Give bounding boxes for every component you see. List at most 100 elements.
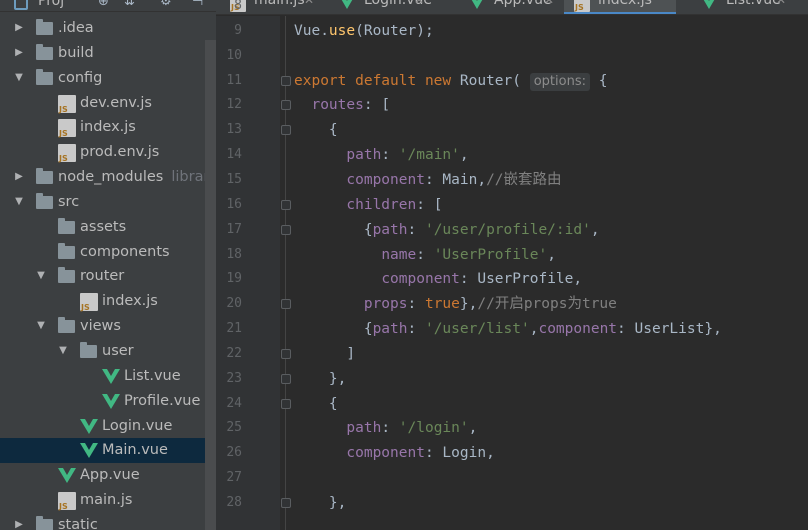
tab-list-vue[interactable]: List.vue ✕ [692,0,792,14]
tree-item-label: Login.vue [102,417,173,434]
code-line: component: Main,//嵌套路由 [346,171,562,188]
tree-item-dev-env-js[interactable]: dev.env.js [0,91,205,116]
line-number: 24 [226,395,242,411]
collapse-icon[interactable]: ⇊ [124,0,135,9]
js-file-icon [58,119,76,139]
fold-marker-icon[interactable] [281,498,291,508]
code-line: props: true},//开启props为true [363,296,617,313]
fold-marker-icon[interactable] [281,125,291,136]
chevron-right-icon[interactable]: ▶ [12,513,26,530]
chevron-down-icon[interactable]: ▼ [12,190,26,215]
line-number: 27 [226,470,242,486]
close-icon[interactable]: ✕ [776,0,786,7]
tab-label: List.vue [726,0,781,8]
vue-file-icon [470,0,484,9]
chevron-right-icon[interactable]: ▶ [12,41,26,66]
code-line: {path: '/user/profile/:id', [294,221,600,238]
tree-item-profile-vue[interactable]: Profile.vue [0,389,205,414]
tree-item-assets[interactable]: assets [0,215,205,240]
fold-marker-icon[interactable] [281,299,291,310]
line-number: 17 [226,221,242,237]
code-line: { [294,395,338,412]
editor-tabs: main.js✕Login.vue✕App.vue✕index.jsList.v… [216,0,808,15]
tree-item--idea[interactable]: ▶ .idea [0,16,205,41]
vue-file-icon [340,0,354,9]
line-number: 15 [226,171,242,187]
fold-marker-icon[interactable] [281,224,291,235]
tree-item-build[interactable]: ▶ build [0,41,205,66]
vue-file-icon [80,443,98,459]
vue-file-icon [80,418,98,434]
tree-item-label: config [58,69,103,86]
line-number: 28 [226,495,242,510]
code-line: path: '/login', [346,420,478,437]
line-number: 14 [226,147,242,163]
tree-item-label: Main.vue [102,442,168,459]
tree-item-src[interactable]: ▼ src [0,190,205,215]
tree-item-prod-env-js[interactable]: prod.env.js [0,140,205,165]
tree-item-user[interactable]: ▼ user [0,339,205,364]
folder-icon [36,68,53,85]
tree-item-label: components [80,243,170,260]
vue-file-icon [58,468,76,484]
hide-icon[interactable]: ⊣ [192,0,203,9]
sidebar-scrollbar[interactable] [205,40,216,530]
tree-item-components[interactable]: components [0,240,205,265]
close-icon[interactable]: ✕ [544,0,554,7]
close-icon[interactable]: ✕ [304,0,314,7]
tree-item-index-js[interactable]: index.js [0,115,205,140]
tree-item-config[interactable]: ▼ config [0,66,205,91]
fold-marker-icon[interactable] [281,348,291,359]
chevron-down-icon[interactable]: ▼ [34,314,48,339]
close-icon[interactable]: ✕ [414,0,424,7]
tree-item-index-js[interactable]: index.js [0,289,205,314]
code-line: }, [294,370,347,387]
tree-item-node-modules[interactable]: ▶ node_moduleslibrary r [0,165,216,190]
gear-icon[interactable]: ⚙ [160,0,172,9]
tree-item-app-vue[interactable]: App.vue [0,463,205,488]
tree-item-list-vue[interactable]: List.vue [0,364,205,389]
tree-item-label: views [80,318,121,335]
js-file-icon [58,94,76,115]
line-number: 19 [226,271,242,287]
vue-file-icon [102,368,120,384]
project-title[interactable]: Proj [38,0,64,9]
tab-login-vue[interactable]: Login.vue ✕ [330,0,432,14]
chevron-right-icon[interactable]: ▶ [12,165,26,190]
folder-icon [36,19,53,35]
tree-item-label: main.js [80,492,133,509]
chevron-down-icon[interactable]: ▼ [34,264,48,289]
tab-index-js[interactable]: index.js [564,0,676,14]
vue-file-icon [702,0,716,9]
tree-item-main-js[interactable]: main.js [0,488,205,513]
chevron-down-icon[interactable]: ▼ [56,339,70,364]
line-number: 20 [226,296,242,312]
code-line: component: Login, [346,445,495,462]
tree-item-static[interactable]: ▶ static [0,513,205,530]
tree-item-login-vue[interactable]: Login.vue [0,414,205,439]
chevron-down-icon[interactable]: ▼ [12,66,26,91]
tree-item-label: src [58,193,80,210]
line-number: 23 [226,370,242,386]
locate-icon[interactable]: ⊕ [98,0,109,9]
tree-item-label: user [102,342,134,359]
fold-marker-icon[interactable] [281,398,291,409]
tree-item-router[interactable]: ▼ router [0,264,205,289]
tree-item-label: App.vue [80,467,140,484]
fold-marker-icon[interactable] [281,199,291,210]
line-number: 18 [226,246,242,262]
fold-marker-icon[interactable] [281,373,291,384]
chevron-right-icon[interactable]: ▶ [12,16,26,41]
code-line: component: UserProfile, [381,271,583,288]
tree-item-label: .idea [58,20,94,36]
code-line: children: [ [346,196,443,213]
folder-icon [36,43,53,60]
project-tree: ▶ .idea ▶ build ▼ config dev.env.js index.js pro… [0,16,216,530]
fold-marker-icon[interactable] [281,75,291,86]
tree-item-main-vue[interactable]: Main.vue [0,438,205,464]
js-file-icon [574,0,590,13]
fold-marker-icon[interactable] [281,100,291,111]
code-line: name: 'UserProfile', [381,246,556,263]
tab-app-vue[interactable]: App.vue ✕ [460,0,560,14]
tree-item-views[interactable]: ▼ views [0,314,205,339]
